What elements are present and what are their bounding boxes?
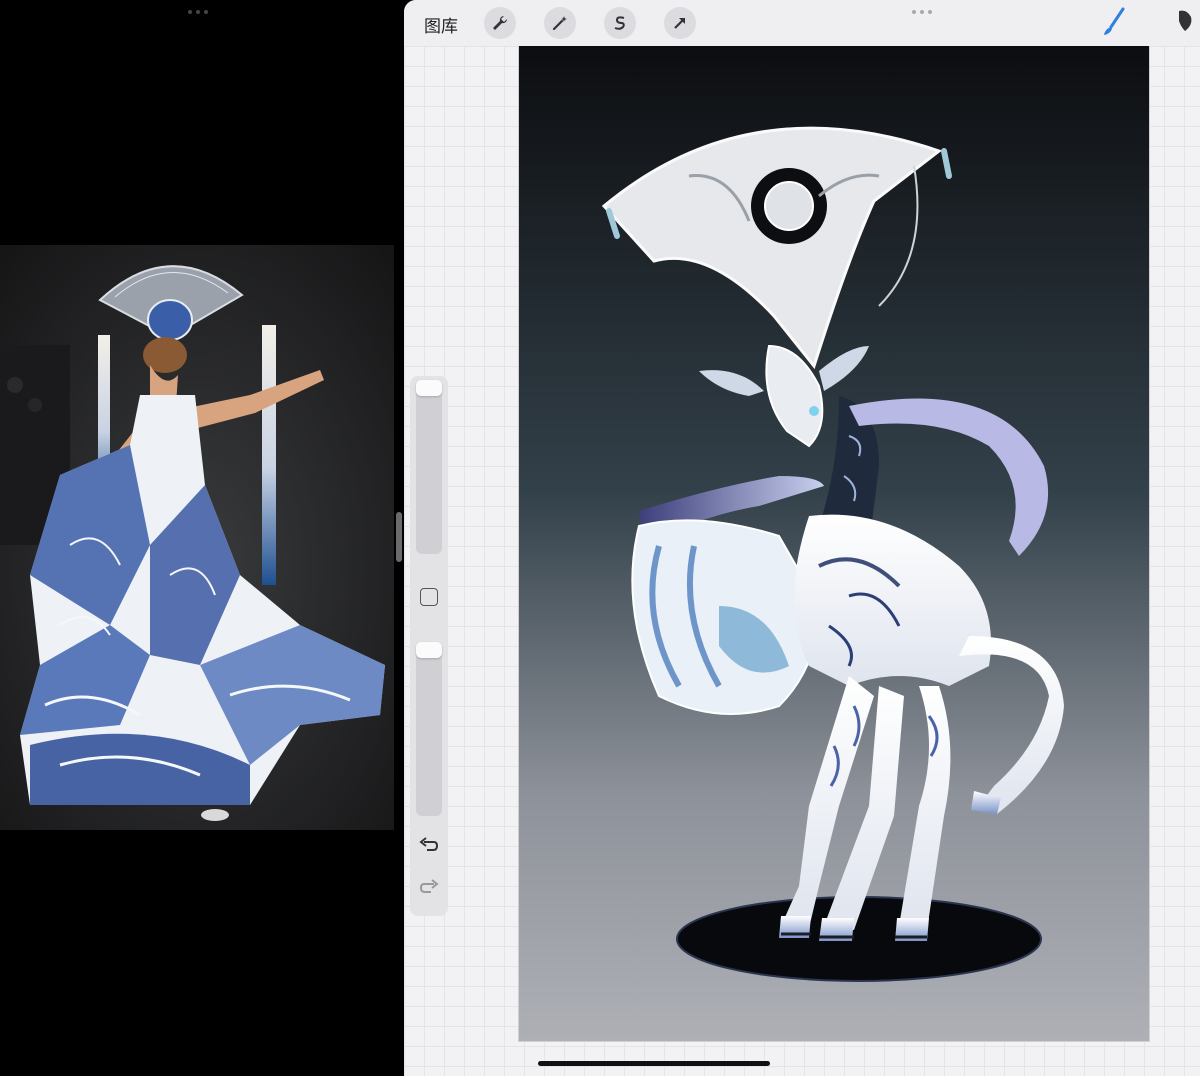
undo-icon[interactable] [417, 834, 441, 858]
drawing-canvas[interactable] [518, 46, 1150, 1042]
home-indicator[interactable] [538, 1061, 770, 1066]
reference-pane [0, 0, 396, 1076]
pane-grabber-right[interactable] [912, 10, 932, 14]
side-toolbar [410, 376, 448, 916]
redo-icon[interactable] [417, 876, 441, 900]
transform-arrow-icon[interactable] [664, 7, 696, 39]
opacity-slider-thumb[interactable] [416, 642, 442, 658]
reference-photo [0, 245, 394, 830]
pane-grabber-left[interactable] [184, 10, 212, 14]
top-toolbar: 图库 [404, 0, 1200, 46]
brush-size-slider[interactable] [416, 380, 442, 554]
drawing-app-window: 图库 [404, 0, 1200, 1076]
modify-square-icon[interactable] [420, 588, 438, 606]
wrench-icon[interactable] [484, 7, 516, 39]
gallery-button[interactable]: 图库 [424, 12, 458, 37]
brush-size-slider-thumb[interactable] [416, 380, 442, 396]
selection-icon[interactable] [604, 7, 636, 39]
split-view-divider[interactable] [396, 512, 402, 562]
brush-icon[interactable] [1098, 6, 1130, 38]
magic-wand-icon[interactable] [544, 7, 576, 39]
smudge-icon[interactable] [1170, 6, 1200, 38]
opacity-slider[interactable] [416, 642, 442, 816]
